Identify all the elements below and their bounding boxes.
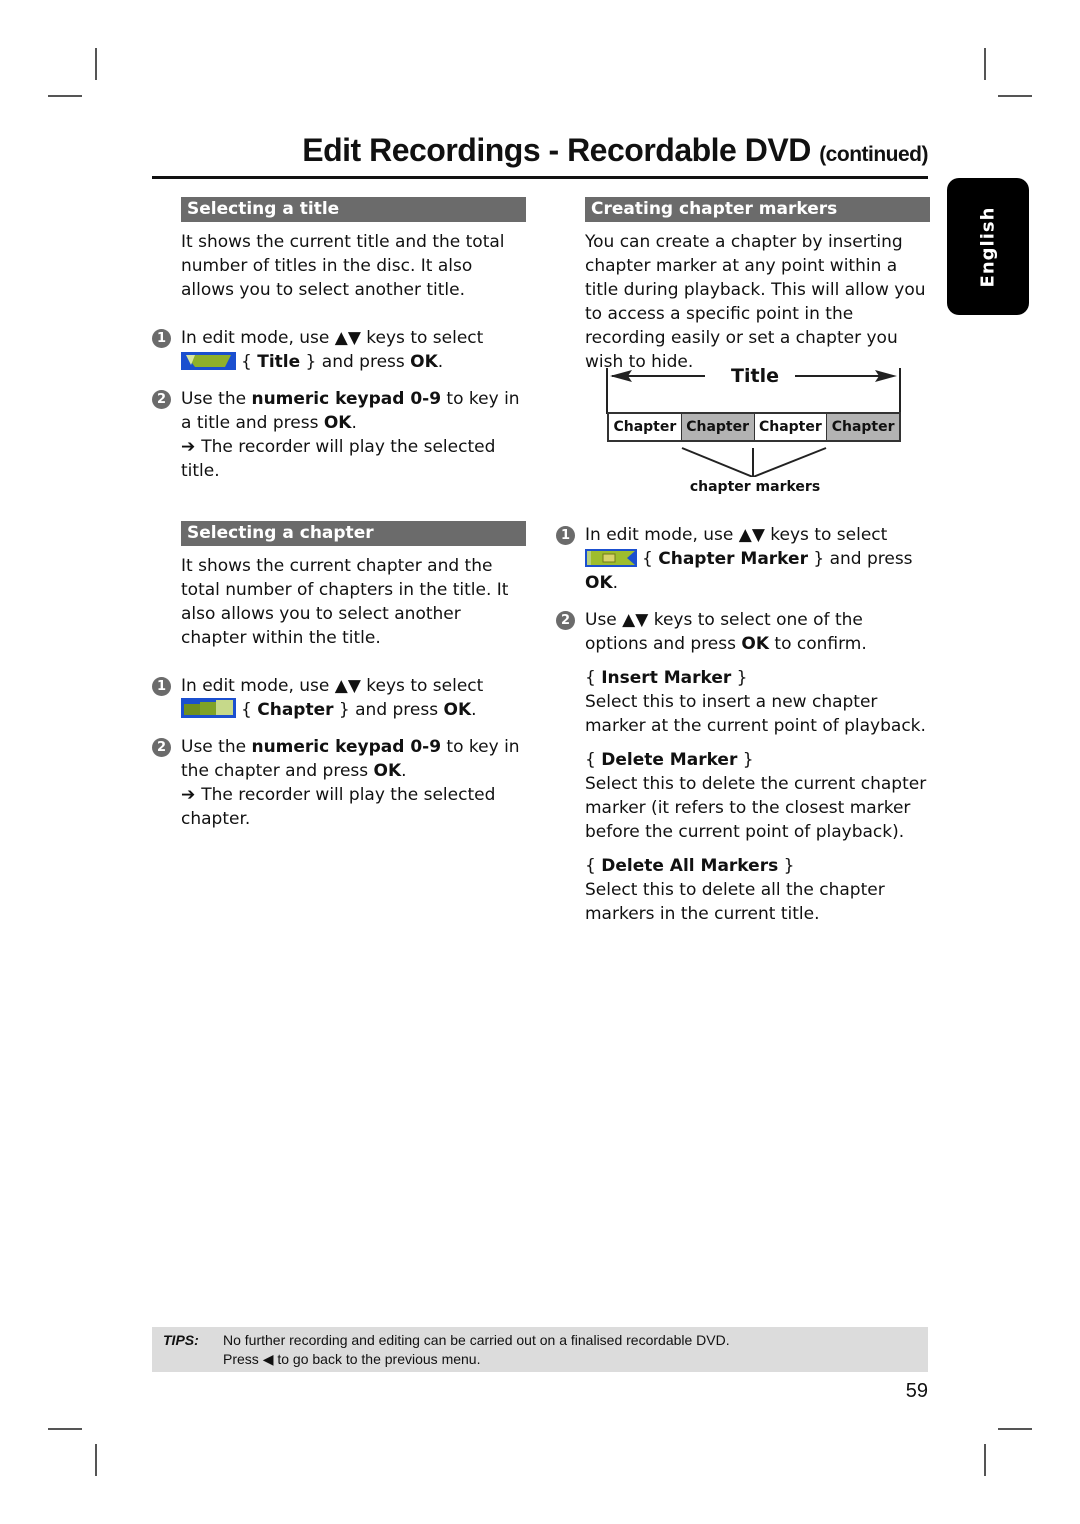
section-heading: Selecting a chapter <box>181 521 526 546</box>
step-number-badge: 2 <box>152 738 171 757</box>
chapter-cell: Chapter <box>755 414 828 440</box>
step-2: 2 Use the numeric keypad 0-9 to key in t… <box>152 735 526 831</box>
step-text: In edit mode, use ▲▼ keys to select <box>181 328 484 348</box>
chapter-cell: Chapter <box>827 414 899 440</box>
brace: { <box>642 549 659 569</box>
tips-label: TIPS: <box>163 1332 199 1348</box>
chapter-marker-icon <box>585 549 637 567</box>
result-arrow-icon: ➔ <box>181 437 196 457</box>
chapter-cell: Chapter <box>609 414 682 440</box>
section-intro: You can create a chapter by inserting ch… <box>585 232 926 372</box>
crop-mark <box>998 95 1032 97</box>
chapter-marker-steps: 1 In edit mode, use ▲▼ keys to select { … <box>556 523 930 926</box>
page-title: Edit Recordings - Recordable DVD (contin… <box>150 132 928 169</box>
step-1: 1 In edit mode, use ▲▼ keys to select { … <box>556 523 930 595</box>
option-name: Delete Marker <box>601 750 738 770</box>
step-2: 2 Use the numeric keypad 0-9 to key in a… <box>152 387 526 483</box>
step-number-badge: 1 <box>556 526 575 545</box>
chapter-bar: Chapter Chapter Chapter Chapter <box>607 412 901 442</box>
option-description: Select this to delete the current chapte… <box>585 774 927 842</box>
chapter-cell: Chapter <box>681 414 755 440</box>
option-name: Chapter Marker <box>658 549 808 569</box>
step-text: } and press <box>807 549 913 569</box>
page-title-continued: (continued) <box>819 143 928 166</box>
brace: { <box>241 352 258 372</box>
tips-line: Press <box>223 1351 263 1367</box>
tips-line: to go back to the previous menu. <box>273 1351 481 1367</box>
section-selecting-chapter: Selecting a chapter It shows the current… <box>152 521 526 831</box>
diagram-title: Title <box>731 365 779 387</box>
option-name: Insert Marker <box>601 668 732 688</box>
step-text: to confirm. <box>769 634 867 654</box>
step-2: 2 Use ▲▼ keys to select one of the optio… <box>556 608 930 656</box>
step-1: 1 In edit mode, use ▲▼ keys to select { … <box>152 674 526 722</box>
step-text: . <box>437 352 444 372</box>
language-tab-label: English <box>977 206 999 287</box>
ok-key: OK <box>373 761 402 781</box>
title-rule <box>152 176 928 179</box>
section-heading: Creating chapter markers <box>585 197 930 222</box>
option-name: Chapter <box>257 700 334 720</box>
option-delete-marker: { Delete Marker } Select this to delete … <box>585 750 927 842</box>
brace: { <box>241 700 258 720</box>
option-name: Delete All Markers <box>601 856 779 876</box>
step-text: . <box>612 573 619 593</box>
chapter-marker-diagram: Title Chapter Chapter Chapter Chapter ch… <box>600 362 910 502</box>
section-heading: Selecting a title <box>181 197 526 222</box>
ok-key: OK <box>443 700 472 720</box>
option-name: Title <box>257 352 301 372</box>
keypad-label: numeric keypad 0-9 <box>251 737 442 757</box>
keypad-label: numeric keypad 0-9 <box>251 389 442 409</box>
step-text: . <box>351 413 357 433</box>
step-number-badge: 2 <box>152 390 171 409</box>
ok-key: OK <box>585 573 613 593</box>
step-text: In edit mode, use ▲▼ keys to select <box>585 525 888 545</box>
option-insert-marker: { Insert Marker } Select this to insert … <box>585 668 926 736</box>
page-title-text: Edit Recordings - Recordable DVD <box>302 132 811 168</box>
section-intro: It shows the current chapter and the tot… <box>181 556 509 648</box>
tips-text: No further recording and editing can be … <box>223 1331 730 1369</box>
step-text: Use the <box>181 389 252 409</box>
crop-mark <box>984 48 986 80</box>
option-delete-all-markers: { Delete All Markers } Select this to de… <box>585 856 885 924</box>
diagram-label: chapter markers <box>689 479 821 495</box>
crop-mark <box>984 1444 986 1476</box>
ok-key: OK <box>323 413 352 433</box>
option-description: Select this to insert a new chapter mark… <box>585 692 926 736</box>
chapter-icon <box>181 698 236 718</box>
ok-key: OK <box>741 634 770 654</box>
page-number: 59 <box>905 1380 928 1402</box>
step-1: 1 In edit mode, use ▲▼ keys to select { … <box>152 326 526 374</box>
step-number-badge: 2 <box>556 611 575 630</box>
title-icon <box>181 352 236 370</box>
tips-box: TIPS: No further recording and editing c… <box>152 1327 928 1372</box>
step-number-badge: 1 <box>152 677 171 696</box>
tips-line: No further recording and editing can be … <box>223 1332 730 1348</box>
left-arrow-icon: ◀ <box>262 1351 274 1367</box>
step-text: } and press <box>300 352 411 372</box>
step-text: . <box>401 761 407 781</box>
step-result: The recorder will play the selected titl… <box>181 437 496 481</box>
language-tab: English <box>947 178 1029 315</box>
option-description: Select this to delete all the chapter ma… <box>585 880 885 924</box>
section-selecting-title: Selecting a title It shows the current t… <box>152 197 526 483</box>
crop-mark <box>998 1428 1032 1430</box>
section-chapter-markers: Creating chapter markers You can create … <box>585 197 930 374</box>
ok-key: OK <box>410 352 438 372</box>
section-intro: It shows the current title and the total… <box>181 232 505 300</box>
crop-mark <box>95 1444 97 1476</box>
step-text: . <box>471 700 477 720</box>
crop-mark <box>95 48 97 80</box>
crop-mark <box>48 95 82 97</box>
step-text: Use the <box>181 737 252 757</box>
crop-mark <box>48 1428 82 1430</box>
step-number-badge: 1 <box>152 329 171 348</box>
result-arrow-icon: ➔ <box>181 785 196 805</box>
step-text: } and press <box>333 700 444 720</box>
step-text: In edit mode, use ▲▼ keys to select <box>181 676 484 696</box>
step-result: The recorder will play the selected chap… <box>181 785 496 829</box>
